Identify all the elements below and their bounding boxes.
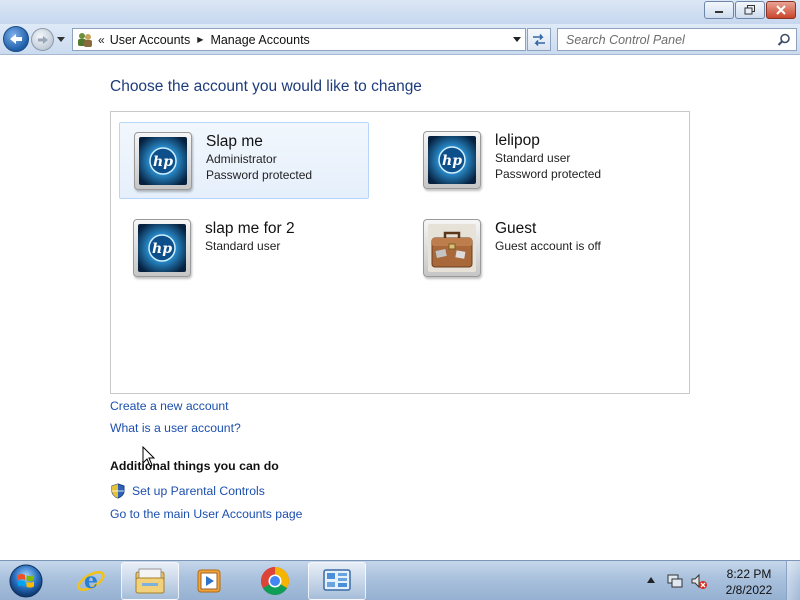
account-details: slap me for 2 Standard user — [205, 219, 295, 255]
taskbar-control-panel[interactable] — [308, 562, 366, 600]
close-icon — [776, 5, 786, 15]
restore-button[interactable] — [735, 1, 765, 19]
windows-logo-icon — [9, 564, 43, 598]
account-details: lelipop Standard user Password protected — [495, 131, 601, 182]
chevron-down-icon — [57, 36, 65, 42]
folder-icon — [135, 568, 165, 594]
address-bar[interactable]: « User Accounts ▶ Manage Accounts — [72, 28, 526, 51]
what-is-user-account-link[interactable]: What is a user account? — [110, 421, 241, 435]
chrome-icon — [261, 567, 289, 595]
refresh-icon — [533, 33, 545, 46]
network-icon[interactable] — [666, 573, 684, 589]
account-name: Slap me — [206, 133, 263, 150]
account-type: Standard user — [205, 239, 281, 253]
clock-time: 8:22 PM — [726, 567, 772, 581]
breadcrumb-overflow-chevron[interactable]: « — [98, 33, 105, 47]
show-desktop-button[interactable] — [786, 561, 800, 600]
internet-explorer-icon: e — [77, 568, 105, 594]
account-details: Slap me Administrator Password protected — [206, 132, 312, 183]
account-details: Guest Guest account is off — [495, 219, 601, 255]
taskbar-media-player[interactable] — [181, 562, 239, 600]
hp-logo-icon: hp — [139, 137, 187, 185]
search-box[interactable] — [557, 28, 797, 51]
media-player-icon — [197, 569, 221, 593]
user-accounts-icon — [78, 32, 92, 47]
account-tile-slap-me[interactable]: hp Slap me Administrator Password protec… — [119, 122, 369, 199]
account-picture: hp — [423, 131, 481, 189]
svg-text:hp: hp — [442, 153, 462, 169]
forward-button[interactable] — [31, 28, 54, 51]
svg-text:hp: hp — [152, 241, 172, 257]
breadcrumb-separator-icon[interactable]: ▶ — [197, 35, 203, 44]
account-tile-guest[interactable]: Guest Guest account is off — [423, 219, 673, 289]
parental-controls-link[interactable]: Set up Parental Controls — [132, 484, 265, 498]
minimize-button[interactable] — [704, 1, 734, 19]
refresh-button[interactable] — [527, 28, 551, 51]
shield-icon — [111, 483, 125, 499]
search-icon[interactable] — [777, 33, 791, 47]
svg-text:hp: hp — [153, 154, 173, 170]
hp-logo-icon: hp — [138, 224, 186, 272]
control-panel-icon — [323, 569, 351, 591]
taskbar-windows-explorer[interactable] — [121, 562, 179, 600]
taskbar-internet-explorer[interactable]: e — [62, 562, 120, 600]
breadcrumb-manage-accounts[interactable]: Manage Accounts — [210, 33, 309, 47]
account-password-status: Password protected — [495, 166, 602, 181]
minimize-icon — [715, 11, 723, 13]
account-type: Administrator — [206, 152, 277, 166]
arrow-left-icon — [10, 34, 22, 44]
account-password-status: Password protected — [206, 167, 313, 182]
hp-logo-icon: hp — [428, 136, 476, 184]
back-button[interactable] — [3, 26, 29, 52]
account-name: slap me for 2 — [205, 220, 295, 237]
close-button[interactable] — [766, 1, 796, 19]
additional-things-heading: Additional things you can do — [110, 459, 279, 473]
account-name: lelipop — [495, 132, 540, 149]
account-tile-slap-me-for-2[interactable]: hp slap me for 2 Standard user — [133, 219, 383, 289]
show-hidden-icons-icon[interactable] — [647, 577, 655, 583]
system-clock[interactable]: 8:22 PM 2/8/2022 — [718, 566, 780, 598]
window-controls — [704, 1, 796, 19]
arrow-right-icon — [37, 35, 48, 44]
account-status: Guest account is off — [495, 239, 601, 253]
account-picture: hp — [133, 219, 191, 277]
account-tile-lelipop[interactable]: hp lelipop Standard user Password protec… — [423, 131, 673, 201]
account-name: Guest — [495, 220, 537, 237]
create-new-account-link[interactable]: Create a new account — [110, 399, 229, 413]
taskbar: e 8:22 PM 2/8/2022 — [0, 560, 800, 600]
svg-text:e: e — [84, 568, 98, 594]
briefcase-icon — [428, 224, 476, 272]
taskbar-chrome[interactable] — [246, 562, 304, 600]
account-picture: hp — [134, 132, 192, 190]
clock-date: 2/8/2022 — [725, 583, 773, 597]
breadcrumb-user-accounts[interactable]: User Accounts — [110, 33, 191, 47]
mouse-cursor-icon — [142, 446, 156, 467]
restore-icon — [744, 5, 755, 15]
address-dropdown-icon[interactable] — [513, 37, 521, 42]
account-picture — [423, 219, 481, 277]
volume-muted-icon[interactable] — [690, 573, 708, 590]
search-input[interactable] — [558, 32, 768, 47]
accounts-panel: hp Slap me Administrator Password protec… — [110, 111, 690, 394]
main-user-accounts-page-link[interactable]: Go to the main User Accounts page — [110, 507, 302, 521]
recent-pages-button[interactable] — [56, 34, 66, 44]
start-button[interactable] — [6, 563, 46, 599]
account-type: Standard user — [495, 151, 571, 165]
page-title: Choose the account you would like to cha… — [110, 78, 422, 95]
window-title-bar[interactable] — [0, 0, 800, 24]
navigation-bar: « User Accounts ▶ Manage Accounts — [0, 24, 800, 55]
